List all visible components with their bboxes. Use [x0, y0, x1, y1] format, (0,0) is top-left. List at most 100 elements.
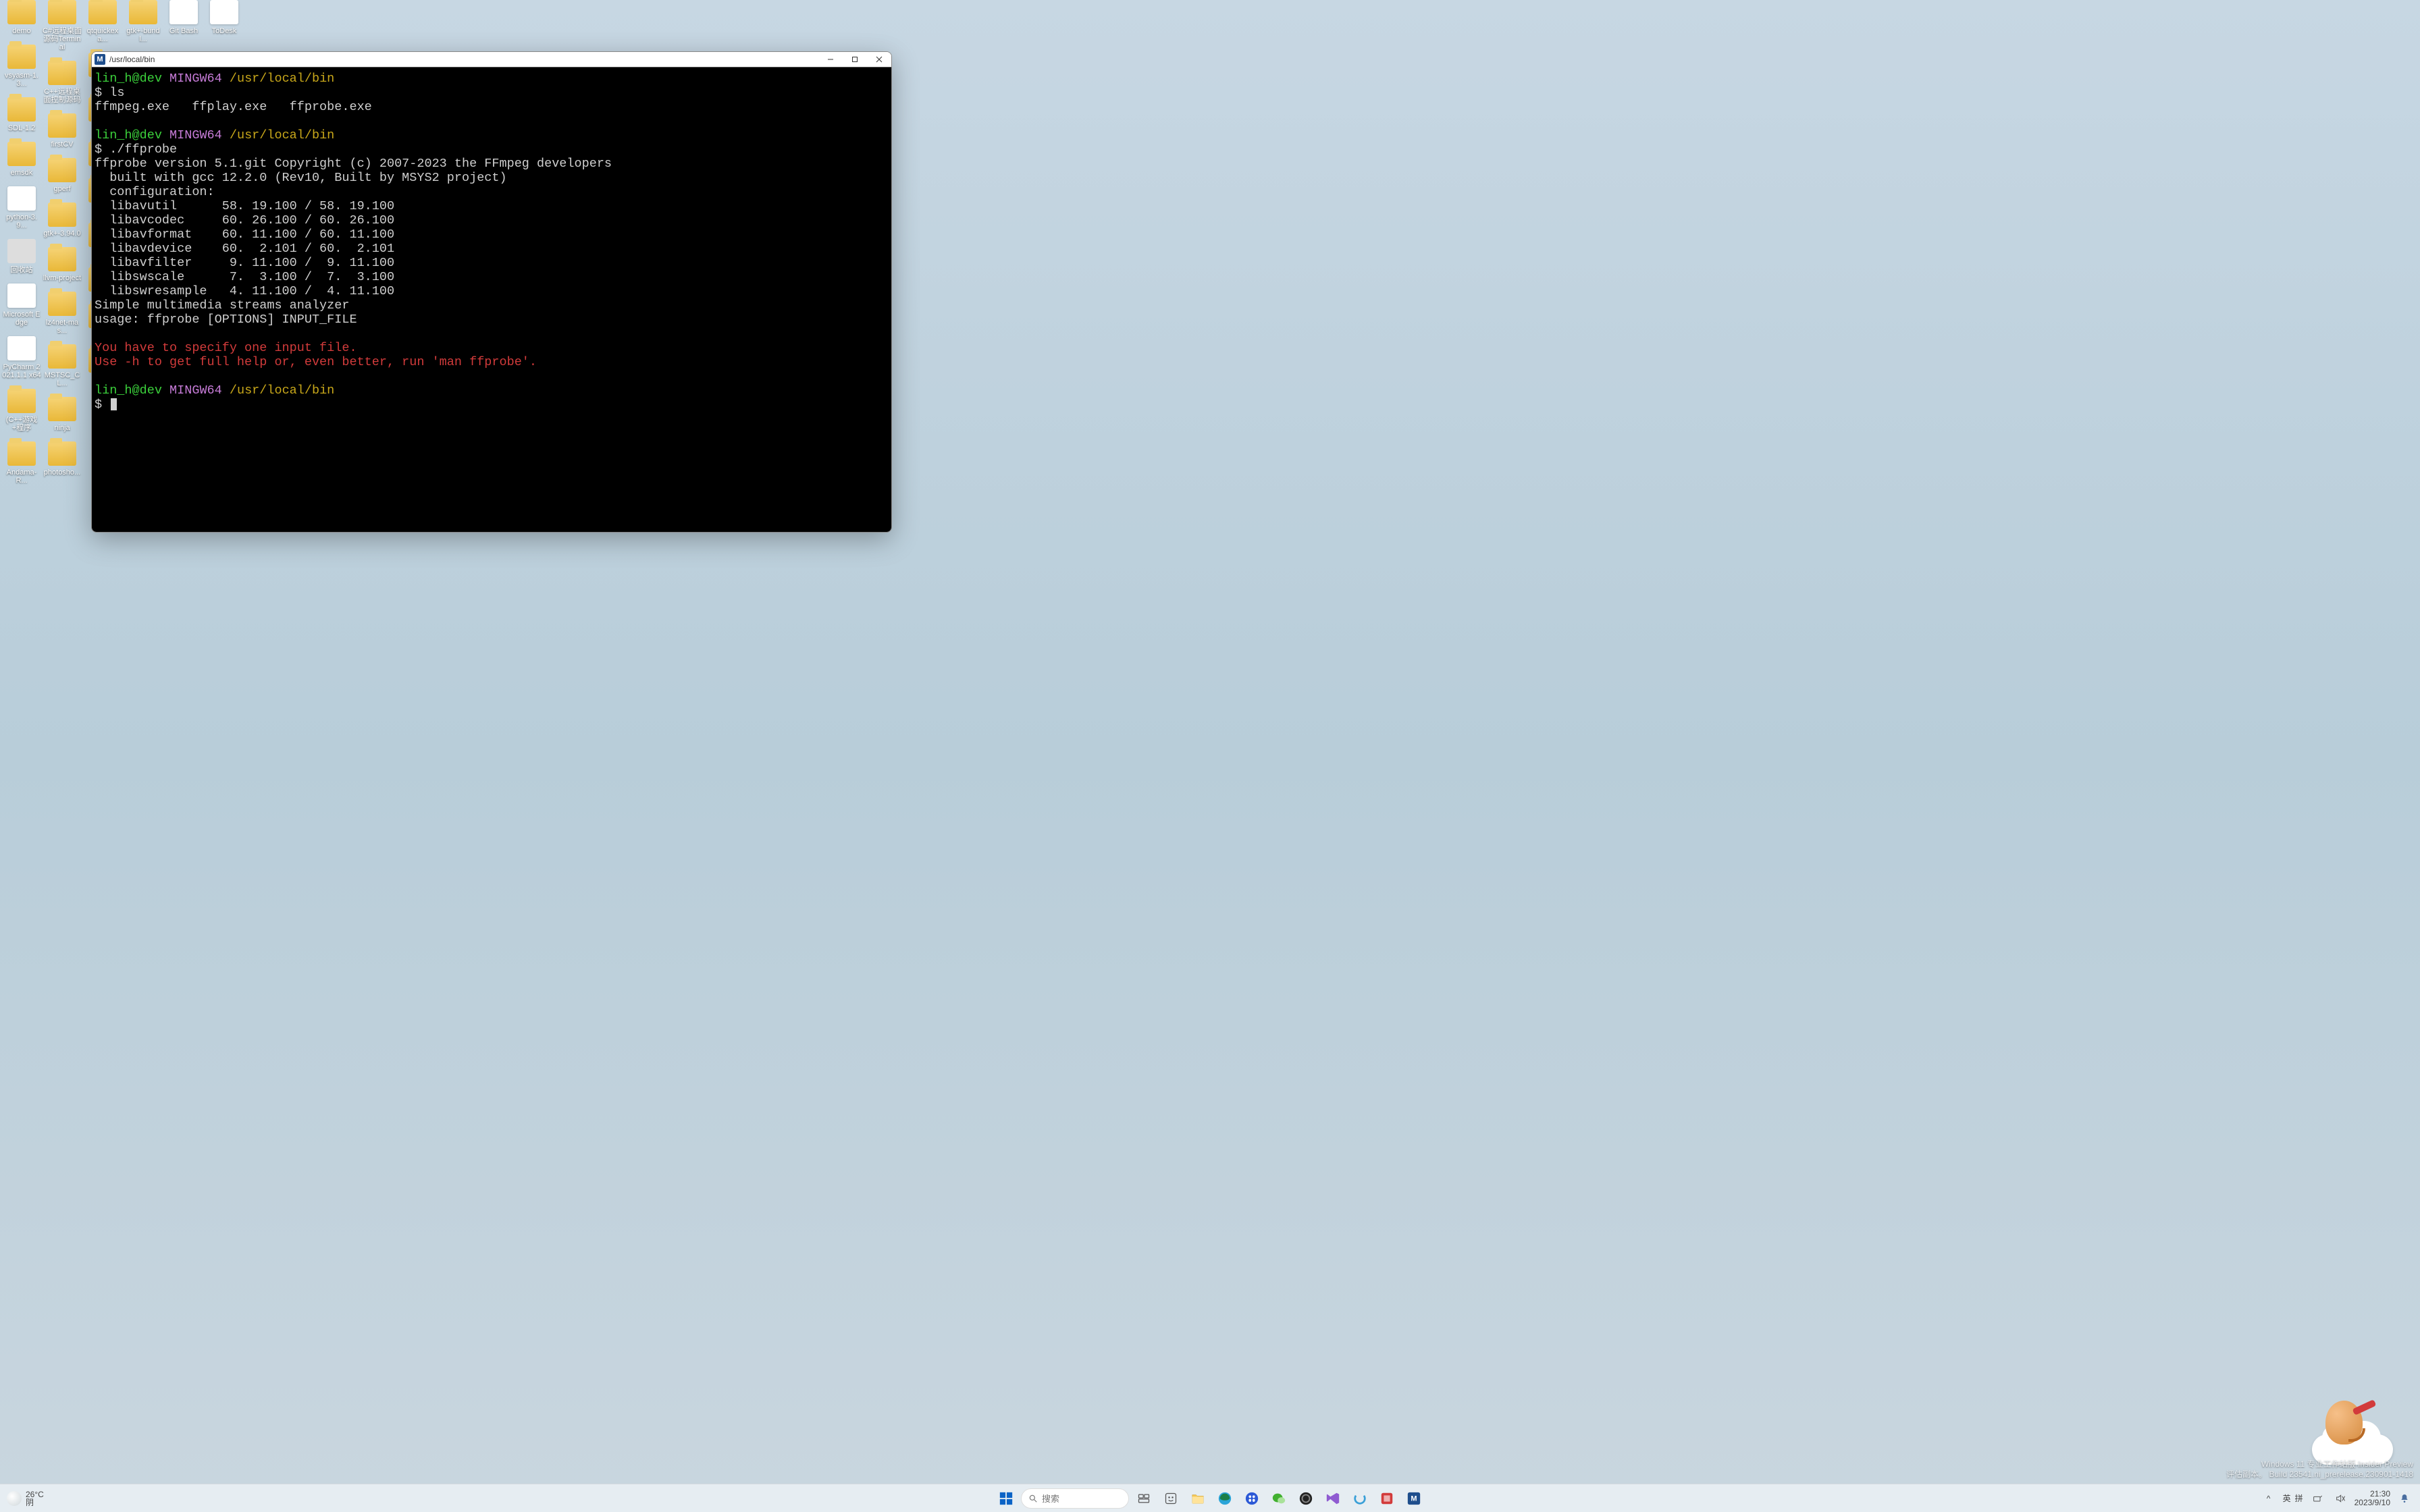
weather-widget[interactable]: 26°C 阴 — [0, 1490, 51, 1507]
desktop-icon-label: llvm-project — [43, 274, 81, 282]
term-line: libavformat 60. 11.100 / 60. 11.100 — [95, 227, 394, 242]
desktop-icon[interactable]: (C++游戏+程序 — [1, 389, 42, 432]
task-view-button[interactable] — [1132, 1486, 1156, 1511]
term-line: ffprobe version 5.1.git Copyright (c) 20… — [95, 157, 612, 171]
desktop-icon[interactable]: vsyasm-1.3... — [1, 45, 42, 88]
desktop-icon-label: C#远程桌面源码Terminal — [42, 27, 82, 51]
desktop-icon-label: lz4net-mas... — [42, 319, 82, 335]
desktop-icon[interactable]: ninja — [42, 397, 82, 432]
desktop-icon[interactable]: Git Bash — [163, 0, 204, 35]
desktop-icon[interactable]: C#远程桌面源码Terminal — [42, 0, 82, 51]
minimize-button[interactable] — [818, 52, 843, 67]
date-text: 2023/9/10 — [2355, 1498, 2390, 1507]
folder-icon — [7, 389, 36, 413]
volume-icon[interactable] — [2332, 1490, 2349, 1507]
desktop-icon-label: emsdk — [11, 169, 32, 177]
desktop-icon-label: gperf — [53, 185, 70, 193]
app-red-button[interactable] — [1375, 1486, 1399, 1511]
app-icon — [210, 0, 238, 24]
clock[interactable]: 21:30 2023/9/10 — [2355, 1490, 2390, 1507]
term-line: libavutil 58. 19.100 / 58. 19.100 — [95, 199, 394, 213]
app-icon — [169, 0, 198, 24]
explorer-button[interactable] — [1186, 1486, 1210, 1511]
term-line: libswresample 4. 11.100 / 4. 11.100 — [95, 284, 394, 298]
wechat-button[interactable] — [1267, 1486, 1291, 1511]
folder-icon — [88, 0, 117, 24]
desktop-icon[interactable]: PyCharm 2021.1.1 x64 — [1, 336, 42, 379]
folder-icon — [7, 0, 36, 24]
recycle-bin-icon — [7, 239, 36, 263]
notifications-icon[interactable] — [2396, 1490, 2413, 1507]
desktop-icon[interactable]: demo — [1, 0, 42, 35]
monkey-icon — [2325, 1401, 2363, 1444]
desktop-icon[interactable]: C++远程桌面控制源码 — [42, 61, 82, 104]
desktop-icon[interactable]: gtk+-3.94.0 — [42, 202, 82, 238]
term-line: You have to specify one input file. — [95, 341, 357, 355]
loading-button[interactable] — [1348, 1486, 1372, 1511]
term-line: $ — [95, 398, 117, 412]
search-placeholder: 搜索 — [1042, 1492, 1059, 1505]
svg-text:M: M — [1411, 1494, 1417, 1503]
desktop-icon-label: ToDesk — [212, 27, 237, 35]
windows-watermark: Windows 11 专业工作站版 Insider Preview 评估副本。 … — [2226, 1459, 2413, 1480]
desktop-icon[interactable]: gtk+-bundl... — [123, 0, 163, 43]
taskbar: 26°C 阴 搜索 — [0, 1484, 2420, 1512]
desktop-icon-label: qtquickexa... — [82, 27, 123, 43]
baidu-button[interactable] — [1240, 1486, 1264, 1511]
term-line: Simple multimedia streams analyzer — [95, 298, 349, 313]
titlebar[interactable]: M /usr/local/bin — [92, 52, 891, 67]
desktop-icon[interactable]: photosho... — [42, 441, 82, 477]
folder-icon — [7, 441, 36, 466]
desktop-icon[interactable]: SDL-1.2 — [1, 97, 42, 132]
desktop-icon[interactable]: gperf — [42, 158, 82, 193]
terminal-body[interactable]: lin_h@dev MINGW64 /usr/local/bin $ ls ff… — [92, 67, 891, 532]
desktop-icon-label: Microsoft Edge — [1, 310, 42, 327]
maximize-button[interactable] — [843, 52, 867, 67]
ime-indicator[interactable]: 英 拼 — [2283, 1492, 2303, 1504]
desktop-icon[interactable]: ToDesk — [204, 0, 244, 35]
network-icon[interactable] — [2309, 1490, 2326, 1507]
obs-button[interactable] — [1294, 1486, 1318, 1511]
mingw-taskbar-button[interactable]: M — [1402, 1486, 1426, 1511]
desktop-icon-label: 回收站 — [11, 266, 33, 274]
folder-icon — [129, 0, 157, 24]
term-line: lin_h@dev MINGW64 /usr/local/bin — [95, 128, 334, 142]
term-line: libavfilter 9. 11.100 / 9. 11.100 — [95, 256, 394, 270]
desktop-icon[interactable]: 回收站 — [1, 239, 42, 274]
cursor — [111, 398, 117, 410]
folder-icon — [48, 397, 76, 421]
desktop-icon-label: PyCharm 2021.1.1 x64 — [1, 363, 42, 379]
taskbar-center: 搜索 M — [994, 1486, 1426, 1511]
weather-icon — [7, 1491, 22, 1506]
folder-icon — [48, 247, 76, 271]
tray-chevron[interactable]: ^ — [2260, 1490, 2278, 1507]
start-button[interactable] — [994, 1486, 1018, 1511]
folder-icon — [48, 61, 76, 85]
term-line: libavdevice 60. 2.101 / 60. 2.101 — [95, 242, 394, 256]
close-button[interactable] — [867, 52, 891, 67]
desktop-icon-label: vsyasm-1.3... — [1, 72, 42, 88]
folder-icon — [7, 97, 36, 122]
desktop-icon-label: demo — [12, 27, 31, 35]
edge-button[interactable] — [1213, 1486, 1237, 1511]
mascot-character[interactable] — [2312, 1390, 2393, 1465]
desktop-icon[interactable]: llvm-project — [42, 247, 82, 282]
desktop-icon[interactable]: Microsoft Edge — [1, 284, 42, 327]
desktop-icon[interactable]: MSTSC_CL... — [42, 344, 82, 387]
window-title: /usr/local/bin — [109, 55, 155, 64]
desktop-icon[interactable]: emsdk — [1, 142, 42, 177]
desktop-icon[interactable]: python-3.9... — [1, 186, 42, 230]
desktop-icon[interactable]: qtquickexa... — [82, 0, 123, 43]
search-box[interactable]: 搜索 — [1021, 1488, 1129, 1509]
desktop-icon[interactable]: Andama-R... — [1, 441, 42, 485]
vs-button[interactable] — [1321, 1486, 1345, 1511]
sticker-button[interactable] — [1159, 1486, 1183, 1511]
folder-icon — [48, 0, 76, 24]
desktop-icon[interactable]: firstCV — [42, 113, 82, 148]
weather-cond: 阴 — [26, 1498, 44, 1507]
desktop-icon[interactable]: lz4net-mas... — [42, 292, 82, 335]
term-line: libswscale 7. 3.100 / 7. 3.100 — [95, 270, 394, 284]
folder-icon — [48, 113, 76, 138]
mingw-icon: M — [95, 54, 105, 65]
desktop-icon-label: gtk+-bundl... — [123, 27, 163, 43]
